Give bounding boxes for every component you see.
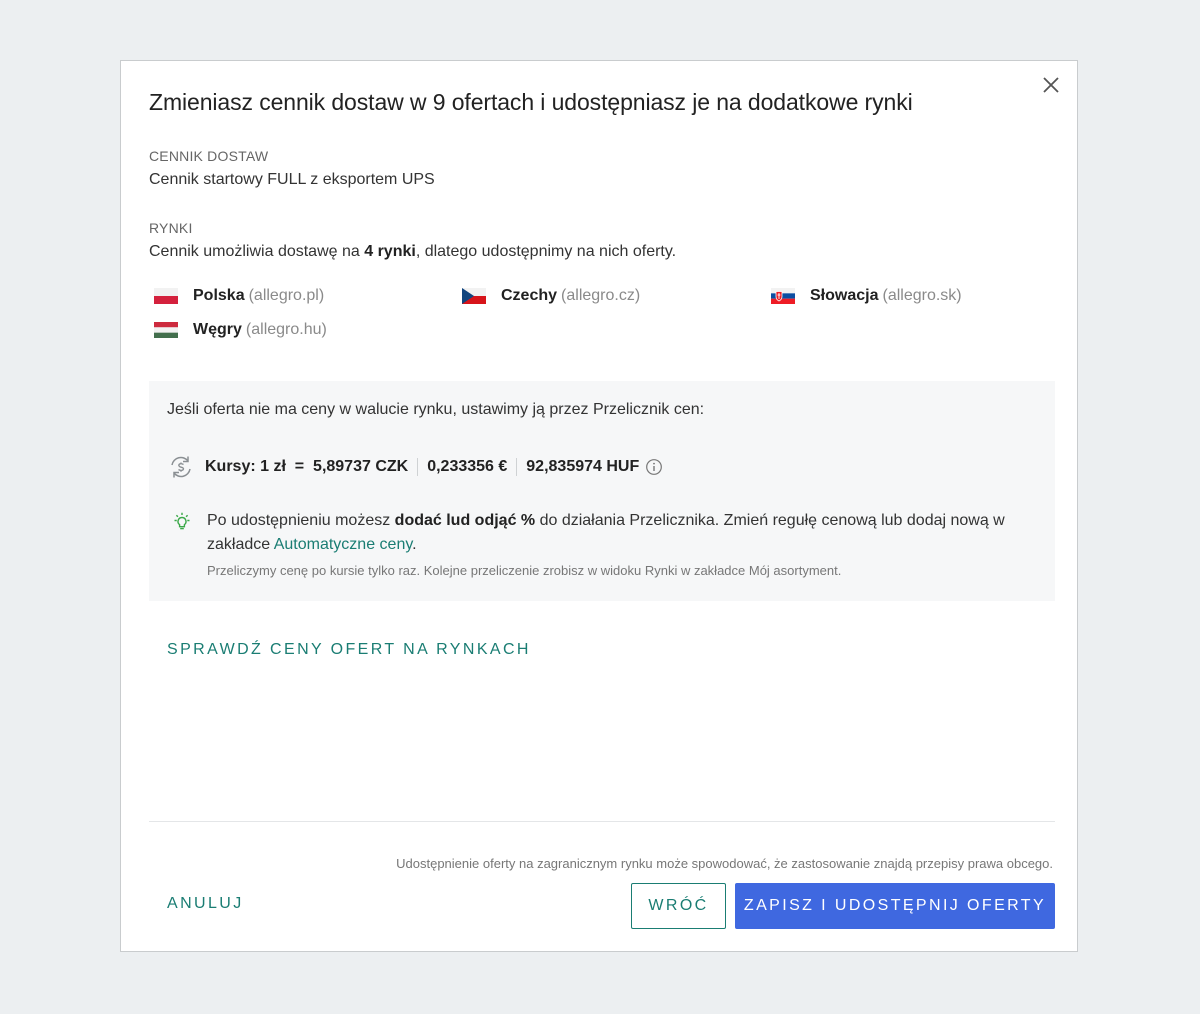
legal-notice: Udostępnienie oferty na zagranicznym ryn… — [396, 856, 1053, 871]
shipping-price-list-label: CENNIK DOSTAW — [149, 148, 269, 164]
tip-text-part: Po udostępnieniu możesz — [207, 512, 395, 529]
tip-text-bold: dodać lud odjąć % — [394, 512, 536, 529]
market-domain: (allegro.pl) — [248, 287, 325, 304]
back-button[interactable]: WRÓĆ — [631, 883, 726, 929]
market-domain: (allegro.cz) — [561, 287, 641, 304]
currency-exchange-icon — [167, 453, 195, 481]
rate-separator — [516, 458, 518, 476]
tip-text: Po udostępnieniu możesz dodać lud odjąć … — [207, 509, 1041, 557]
rate-eur: 0,233356 € — [427, 458, 508, 475]
markets-description-prefix: Cennik umożliwia dostawę na — [149, 243, 365, 260]
price-converter-info-box: Jeśli oferta nie ma ceny w walucie rynku… — [149, 381, 1055, 601]
market-domain: (allegro.sk) — [882, 287, 962, 304]
rate-separator — [417, 458, 419, 476]
market-item-slovakia: Słowacja (allegro.sk) — [771, 287, 962, 305]
modal-title: Zmieniasz cennik dostaw w 9 ofertach i u… — [149, 89, 913, 115]
market-name: Słowacja — [810, 287, 879, 304]
markets-label: RYNKI — [149, 220, 193, 236]
cancel-button[interactable]: ANULUJ — [167, 895, 244, 913]
info-icon[interactable] — [645, 458, 663, 476]
rate-huf: 92,835974 HUF — [526, 458, 640, 475]
hungary-flag-icon — [154, 322, 178, 338]
market-item-czechia: Czechy (allegro.cz) — [462, 287, 640, 305]
market-name: Polska — [193, 287, 245, 304]
check-market-prices-link[interactable]: SPRAWDŹ CENY OFERT NA RYNKACH — [167, 641, 531, 659]
czech-flag-icon — [462, 288, 486, 304]
market-domain: (allegro.hu) — [245, 321, 327, 338]
shipping-price-list-value: Cennik startowy FULL z eksportem UPS — [149, 171, 435, 188]
markets-count: 4 rynki — [364, 243, 416, 260]
save-and-share-button[interactable]: ZAPISZ I UDOSTĘPNIJ OFERTY — [735, 883, 1055, 929]
market-name: Węgry — [193, 321, 242, 338]
markets-description-suffix: , dlatego udostępnimy na nich oferty. — [415, 243, 677, 260]
market-name: Czechy — [501, 287, 558, 304]
slovakia-flag-icon — [771, 288, 795, 304]
markets-description: Cennik umożliwia dostawę na 4 rynki, dla… — [149, 243, 676, 261]
market-item-poland: Polska (allegro.pl) — [154, 287, 324, 305]
converter-lead-text: Jeśli oferta nie ma ceny w walucie rynku… — [167, 401, 705, 418]
tip-text-end: . — [412, 536, 417, 553]
share-offers-modal: Zmieniasz cennik dostaw w 9 ofertach i u… — [120, 60, 1078, 952]
lightbulb-icon — [171, 511, 193, 533]
rate-czk: Kursy: 1 zł = 5,89737 CZK — [205, 458, 409, 475]
footer-divider — [149, 821, 1055, 822]
exchange-rates-row: Kursy: 1 zł = 5,89737 CZK 0,233356 € 92,… — [167, 453, 663, 481]
automatic-prices-link[interactable]: Automatyczne ceny — [274, 536, 412, 553]
market-item-hungary: Węgry (allegro.hu) — [154, 321, 327, 339]
converter-tip: Po udostępnieniu możesz dodać lud odjąć … — [171, 509, 1041, 578]
close-icon[interactable] — [1039, 73, 1063, 97]
poland-flag-icon — [154, 288, 178, 304]
tip-note: Przeliczymy cenę po kursie tylko raz. Ko… — [207, 563, 842, 578]
